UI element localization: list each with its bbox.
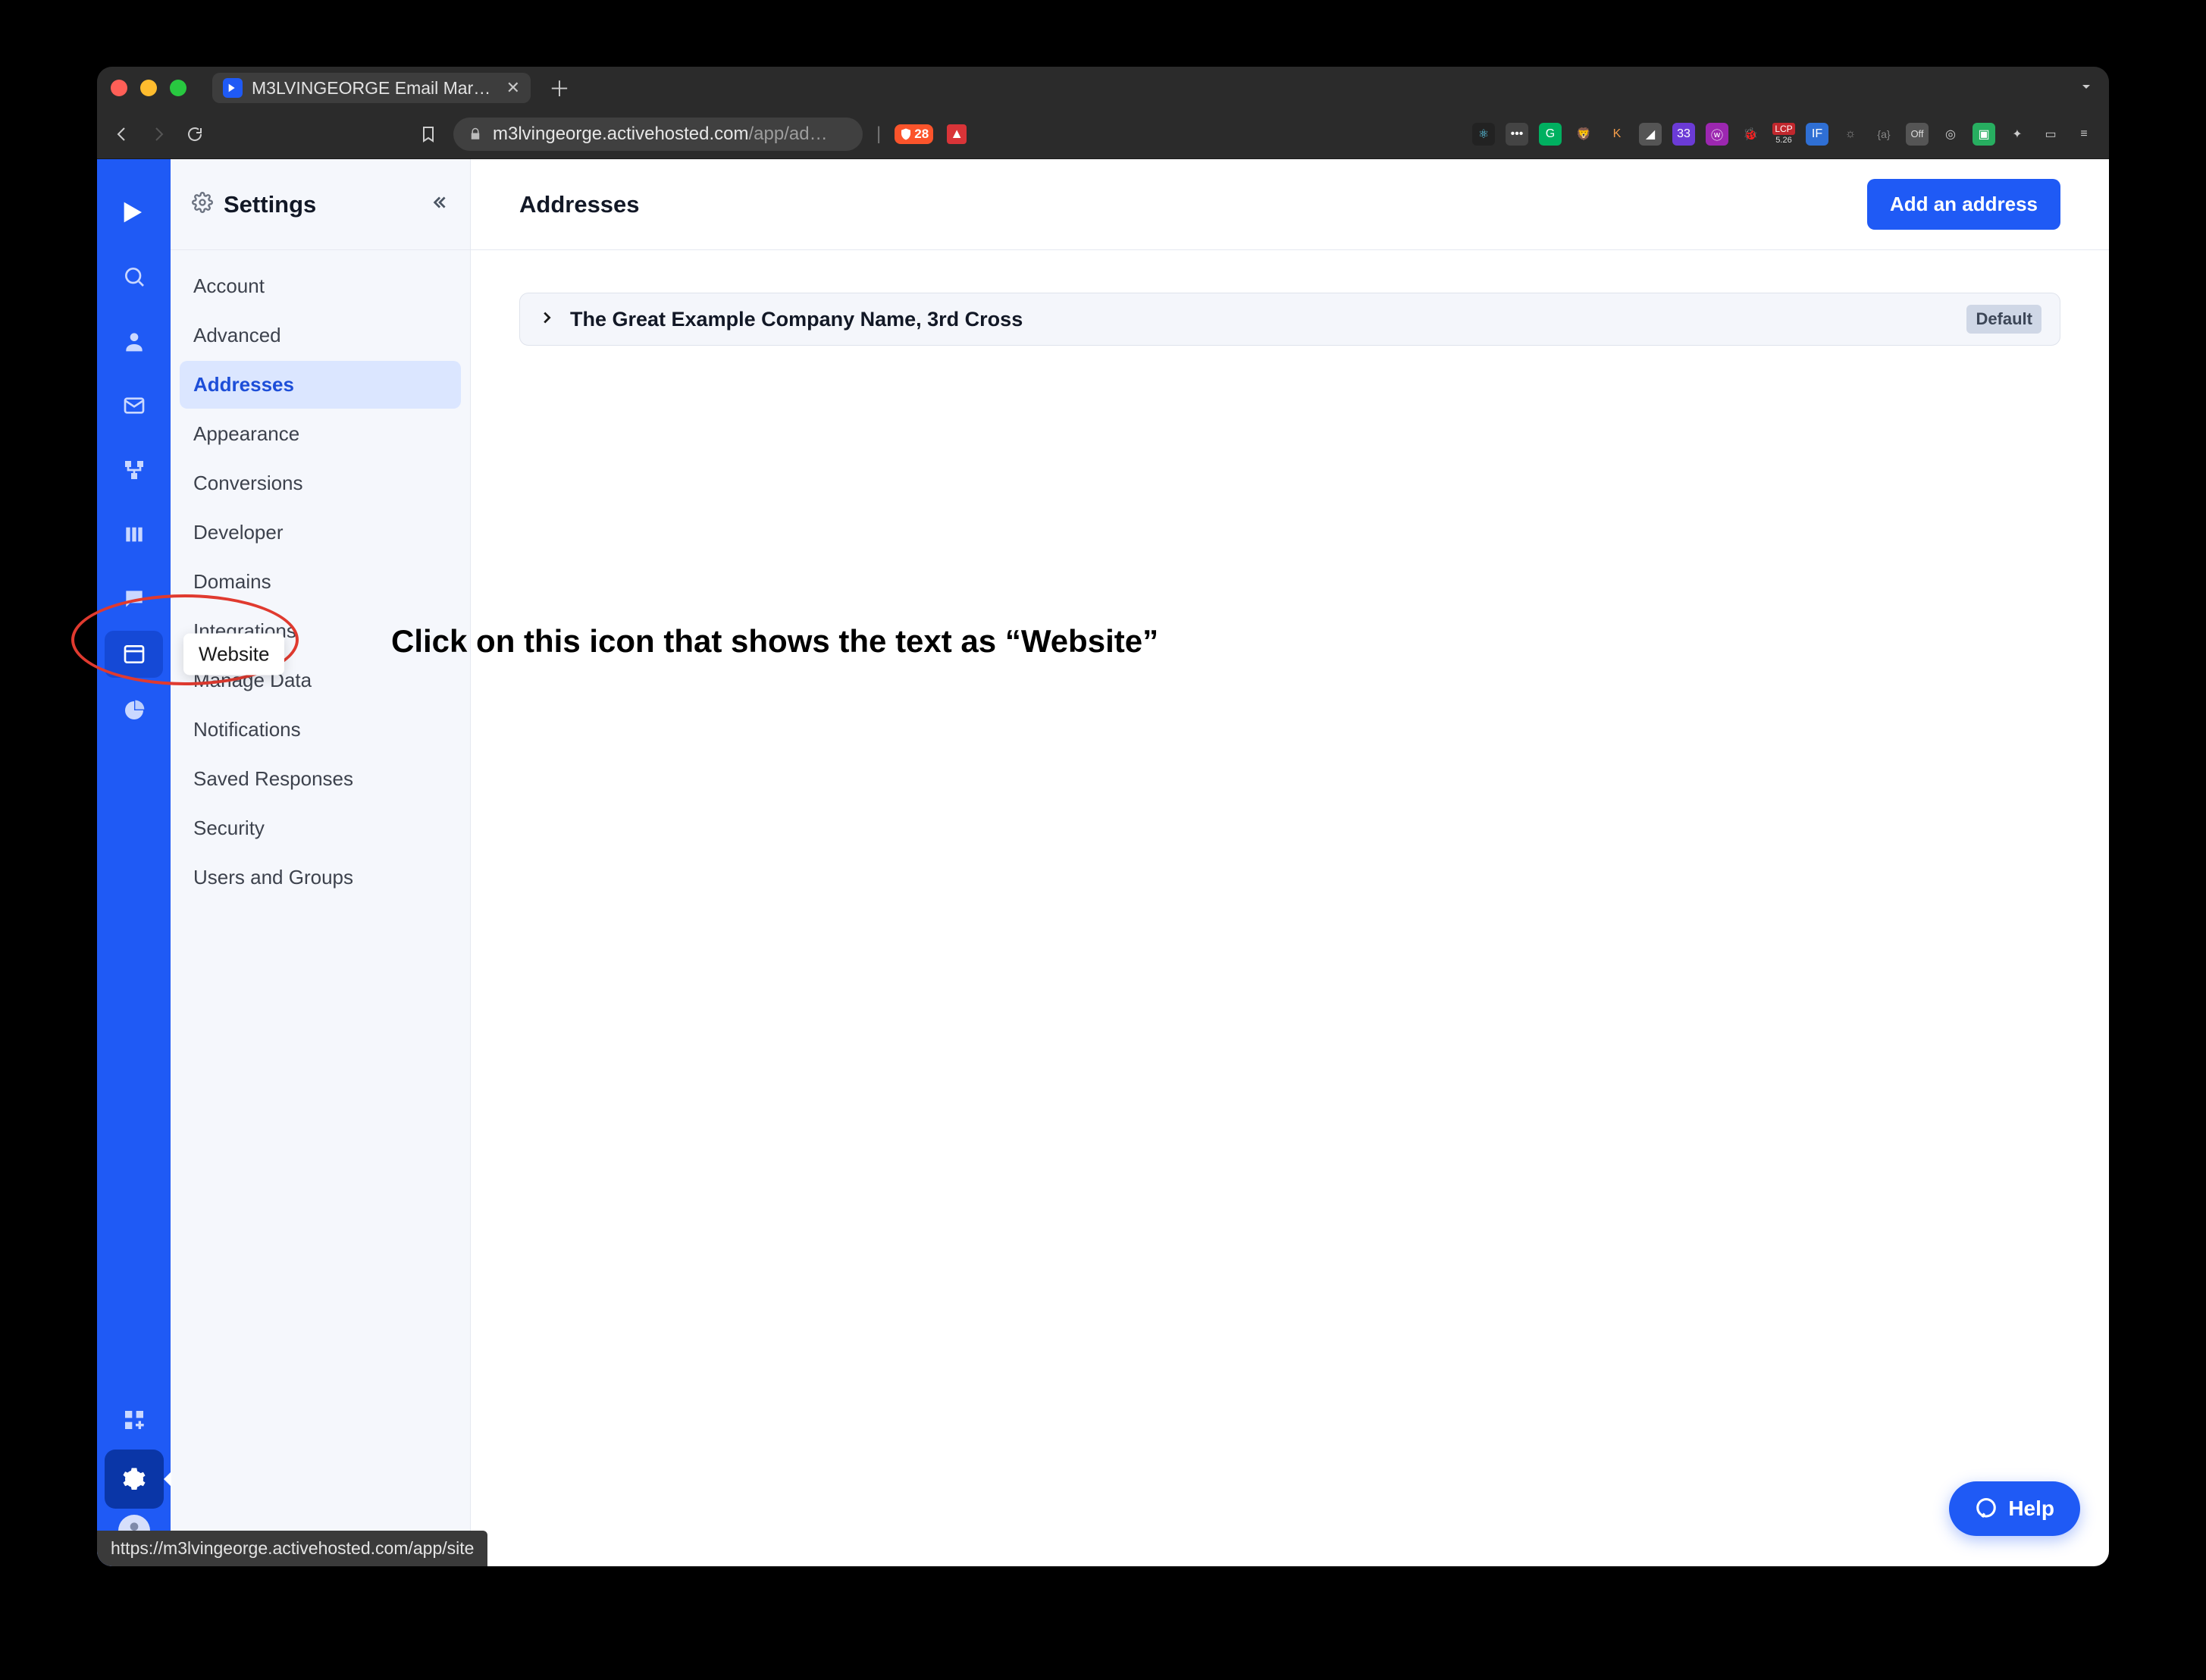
tab-favicon-icon xyxy=(223,78,243,98)
settings-item-addresses[interactable]: Addresses xyxy=(180,361,461,409)
settings-item-notifications[interactable]: Notifications xyxy=(180,706,461,754)
nav-deals-icon[interactable] xyxy=(97,502,171,566)
website-tooltip: Website xyxy=(183,634,284,675)
ext-grammarly-icon[interactable]: G xyxy=(1539,123,1562,146)
tab-title: M3LVINGEORGE Email Marketin xyxy=(252,78,497,99)
nav-search-icon[interactable] xyxy=(97,244,171,309)
tab-close-button[interactable]: ✕ xyxy=(506,78,520,98)
back-button[interactable] xyxy=(111,123,133,146)
address-bar-row: m3lvingeorge.activehosted.com/app/ad… | … xyxy=(97,109,2109,159)
url-host: m3lvingeorge.activehosted.com/app/ad… xyxy=(493,124,828,145)
shield-count: 28 xyxy=(914,127,929,142)
active-tab[interactable]: M3LVINGEORGE Email Marketin ✕ xyxy=(212,73,531,103)
url-divider: | xyxy=(876,124,881,145)
ext-react-icon[interactable]: ⚛ xyxy=(1472,123,1495,146)
gear-icon xyxy=(192,192,213,217)
help-icon xyxy=(1975,1497,1998,1520)
help-label: Help xyxy=(2008,1497,2054,1521)
settings-item-security[interactable]: Security xyxy=(180,804,461,852)
ext-password-icon[interactable]: ••• xyxy=(1506,123,1528,146)
nav-campaigns-icon[interactable] xyxy=(97,373,171,437)
minimize-window-button[interactable] xyxy=(140,80,157,96)
ext-w-icon[interactable]: ⓦ xyxy=(1706,123,1728,146)
shield-badge[interactable]: 28 xyxy=(895,124,933,144)
main-body: The Great Example Company Name, 3rd Cros… xyxy=(471,250,2109,388)
new-tab-button[interactable]: ＋ xyxy=(541,73,578,103)
tab-overflow-button[interactable] xyxy=(2077,77,2095,99)
settings-item-users-and-groups[interactable]: Users and Groups xyxy=(180,854,461,901)
help-button[interactable]: Help xyxy=(1949,1481,2080,1536)
ext-bug-icon[interactable]: 🐞 xyxy=(1739,123,1762,146)
window-controls xyxy=(111,80,186,96)
ext-if-icon[interactable]: IF xyxy=(1806,123,1828,146)
ext-gray-icon[interactable]: ◢ xyxy=(1639,123,1662,146)
settings-item-appearance[interactable]: Appearance xyxy=(180,410,461,458)
nav-website-icon[interactable]: Website xyxy=(105,631,163,678)
extensions-row: ⚛ ••• G 🦁 K ◢ 33 ⓦ 🐞 LCP 5.26 IF ☼ {a} O… xyxy=(1472,123,2095,146)
nav-reports-icon[interactable] xyxy=(97,678,171,742)
tab-strip: M3LVINGEORGE Email Marketin ✕ ＋ xyxy=(97,67,2109,109)
ext-wallet-icon[interactable]: ▭ xyxy=(2039,123,2062,146)
nav-apps-icon[interactable] xyxy=(97,1390,171,1450)
app-logo-icon[interactable] xyxy=(97,180,171,244)
ext-sun-icon[interactable]: ☼ xyxy=(1839,123,1862,146)
settings-item-developer[interactable]: Developer xyxy=(180,509,461,556)
ext-brave-icon[interactable]: 🦁 xyxy=(1572,123,1595,146)
nav-contacts-icon[interactable] xyxy=(97,309,171,373)
settings-item-conversions[interactable]: Conversions xyxy=(180,459,461,507)
ext-puzzle-icon[interactable]: ✦ xyxy=(2006,123,2029,146)
page-title: Addresses xyxy=(519,191,640,218)
settings-item-domains[interactable]: Domains xyxy=(180,558,461,606)
settings-item-account[interactable]: Account xyxy=(180,262,461,310)
settings-header: Settings xyxy=(171,159,470,250)
ext-braces-icon[interactable]: {a} xyxy=(1872,123,1895,146)
settings-sidebar: Settings AccountAdvancedAddressesAppeara… xyxy=(171,159,471,1566)
nav-automations-icon[interactable] xyxy=(97,437,171,502)
main-area: Addresses Add an address The Great Examp… xyxy=(471,159,2109,1566)
ext-lcp-icon[interactable]: LCP 5.26 xyxy=(1772,123,1795,146)
ext-off-icon[interactable]: Off xyxy=(1906,123,1929,146)
status-bar: https://m3lvingeorge.activehosted.com/ap… xyxy=(97,1531,487,1566)
bookmark-button[interactable] xyxy=(417,123,440,146)
url-box[interactable]: m3lvingeorge.activehosted.com/app/ad… xyxy=(453,118,863,151)
nav-conversations-icon[interactable] xyxy=(97,566,171,631)
main-header: Addresses Add an address xyxy=(471,159,2109,250)
collapse-sidebar-button[interactable] xyxy=(429,193,449,216)
forward-button[interactable] xyxy=(147,123,170,146)
ext-calendar-icon[interactable]: 33 xyxy=(1672,123,1695,146)
close-window-button[interactable] xyxy=(111,80,127,96)
default-badge: Default xyxy=(1966,305,2041,334)
browser-window: M3LVINGEORGE Email Marketin ✕ ＋ m3lvinge… xyxy=(97,67,2109,1566)
chevron-right-icon xyxy=(538,309,555,330)
maximize-window-button[interactable] xyxy=(170,80,186,96)
nav-settings-icon[interactable] xyxy=(105,1450,164,1509)
settings-item-advanced[interactable]: Advanced xyxy=(180,312,461,359)
settings-menu: AccountAdvancedAddressesAppearanceConver… xyxy=(171,250,470,914)
nav-rail: Website xyxy=(97,159,171,1566)
menu-button[interactable]: ≡ xyxy=(2073,123,2095,146)
reload-button[interactable] xyxy=(183,123,206,146)
address-name: The Great Example Company Name, 3rd Cros… xyxy=(570,308,1023,331)
ext-circle-icon[interactable]: ◎ xyxy=(1939,123,1962,146)
warning-icon[interactable]: ▲ xyxy=(947,124,967,144)
app-content: Website xyxy=(97,159,2109,1566)
ext-green-icon[interactable]: ▣ xyxy=(1973,123,1995,146)
settings-title: Settings xyxy=(224,191,316,218)
ext-k-icon[interactable]: K xyxy=(1606,123,1628,146)
lock-icon xyxy=(468,127,482,141)
settings-item-saved-responses[interactable]: Saved Responses xyxy=(180,755,461,803)
add-address-button[interactable]: Add an address xyxy=(1867,179,2060,230)
address-row[interactable]: The Great Example Company Name, 3rd Cros… xyxy=(519,293,2060,346)
